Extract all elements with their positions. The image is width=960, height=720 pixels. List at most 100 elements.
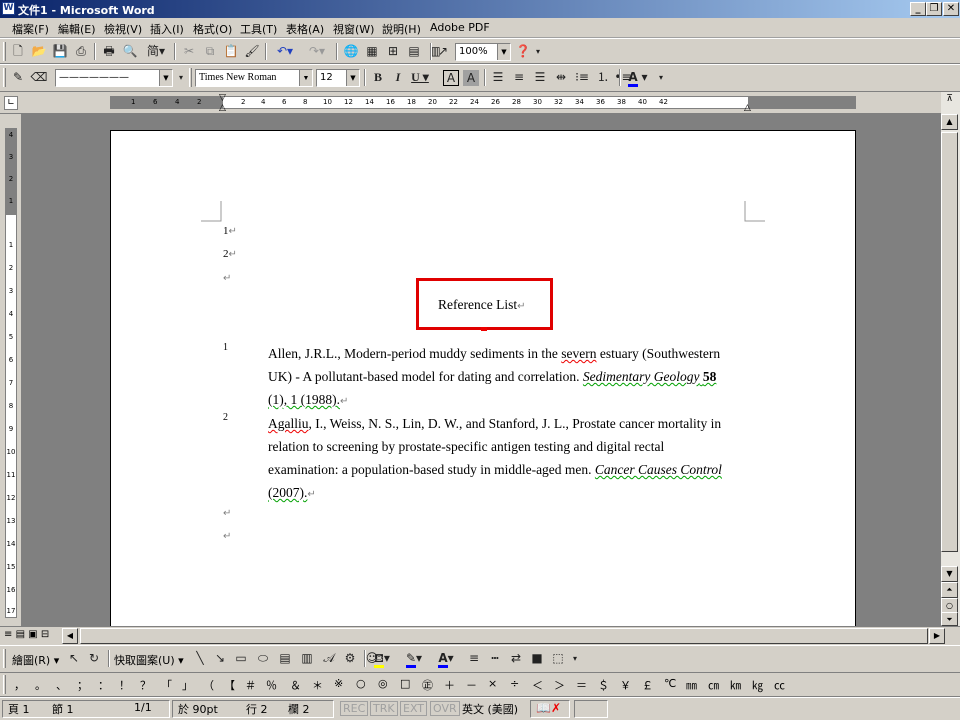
- fill-color-icon[interactable]: ⛾▾: [368, 649, 396, 668]
- status-ovr[interactable]: OVR: [430, 701, 460, 716]
- toolbar-grip[interactable]: [3, 675, 6, 694]
- symbol-button[interactable]: ㎜: [686, 677, 697, 693]
- menu-file[interactable]: 檔案(F): [12, 21, 49, 37]
- zoom-select[interactable]: 100% ▼: [455, 43, 511, 61]
- minimize-button[interactable]: _: [910, 2, 926, 16]
- word-app-icon[interactable]: W: [2, 2, 15, 15]
- tables-borders-icon[interactable]: ▦: [362, 42, 382, 61]
- symbol-button[interactable]: ㎝: [708, 677, 719, 693]
- symbol-button[interactable]: ◎: [378, 677, 388, 690]
- print-view-icon[interactable]: ▣: [28, 629, 37, 640]
- symbol-button[interactable]: ＝: [576, 677, 587, 693]
- toolbar-options-icon[interactable]: ▾: [533, 42, 543, 61]
- horizontal-scroll-thumb[interactable]: [80, 628, 928, 644]
- close-button[interactable]: ✕: [943, 2, 959, 16]
- menu-adobe-pdf[interactable]: Adobe PDF: [430, 21, 490, 34]
- insert-table-icon[interactable]: ⊞: [383, 42, 403, 61]
- tab-selector-icon[interactable]: ∟: [4, 96, 18, 110]
- toolbar-options-icon[interactable]: ▾: [656, 68, 666, 87]
- symbol-button[interactable]: ％: [266, 677, 277, 693]
- symbol-button[interactable]: ㎞: [730, 677, 741, 693]
- save-icon[interactable]: 💾: [50, 42, 70, 61]
- symbol-button[interactable]: ，: [14, 677, 25, 693]
- char-border-icon[interactable]: A: [443, 70, 459, 86]
- menu-table[interactable]: 表格(A): [286, 21, 324, 37]
- scroll-thumb[interactable]: [941, 132, 958, 552]
- spelling-check-icon[interactable]: 📖✗: [536, 701, 561, 715]
- menu-help[interactable]: 說明(H): [382, 21, 421, 37]
- wordart-icon[interactable]: 𝒜: [319, 649, 339, 668]
- diagram-icon[interactable]: ⚙: [340, 649, 360, 668]
- new-document-icon[interactable]: 🗋: [8, 42, 28, 61]
- format-painter-icon[interactable]: 🖌: [242, 42, 262, 61]
- right-indent-marker[interactable]: △: [744, 103, 751, 113]
- symbol-button[interactable]: ㏄: [774, 677, 785, 693]
- italic-icon[interactable]: I: [388, 68, 408, 87]
- print-preview-icon[interactable]: 🔍: [120, 42, 140, 61]
- symbol-button[interactable]: 【: [224, 677, 235, 693]
- font-name-select[interactable]: Times New Roman ▼: [195, 69, 313, 87]
- underline-icon[interactable]: U ▾: [408, 68, 432, 87]
- menu-format[interactable]: 格式(O): [193, 21, 232, 37]
- copy-icon[interactable]: ⧉: [200, 42, 220, 61]
- status-ext[interactable]: EXT: [400, 701, 428, 716]
- print-icon[interactable]: 🖶: [99, 42, 119, 61]
- chevron-down-icon[interactable]: ▼: [299, 70, 312, 86]
- scroll-up-button[interactable]: ▲: [941, 114, 958, 130]
- align-left-icon[interactable]: ☰: [488, 68, 508, 87]
- document-area[interactable]: 1↵ 2↵ ↵ Reference List↵ 1 Allen, J.R.L.,…: [22, 114, 941, 626]
- align-right-icon[interactable]: ☰: [530, 68, 550, 87]
- symbol-button[interactable]: ＊: [312, 677, 323, 693]
- chevron-down-icon[interactable]: ▼: [159, 70, 172, 86]
- spell-error-word[interactable]: Agalliu: [268, 416, 309, 431]
- symbol-button[interactable]: ＃: [245, 677, 256, 693]
- char-shading-icon[interactable]: A: [463, 70, 479, 86]
- vertical-ruler-bar[interactable]: 4 3 2 1 1 2 3 4 5 6 7 8 9 10 11 12 13 14…: [5, 128, 17, 618]
- symbol-button[interactable]: ＜: [532, 677, 543, 693]
- symbol-button[interactable]: ㊣: [422, 677, 433, 693]
- research-icon[interactable]: 简▾: [141, 42, 171, 61]
- numbering-icon[interactable]: ⒈: [593, 68, 613, 87]
- menu-window[interactable]: 視窗(W): [333, 21, 374, 37]
- menu-view[interactable]: 檢視(V): [104, 21, 142, 37]
- chevron-down-icon[interactable]: ▼: [346, 70, 359, 86]
- cut-icon[interactable]: ✂: [179, 42, 199, 61]
- align-center-icon[interactable]: ≡: [509, 68, 529, 87]
- status-language[interactable]: 英文 (美國): [462, 701, 518, 717]
- line-tool-icon[interactable]: ╲: [190, 649, 210, 668]
- symbol-button[interactable]: －: [466, 677, 477, 693]
- redo-icon[interactable]: ↷▾: [302, 42, 332, 61]
- status-trk[interactable]: TRK: [370, 701, 398, 716]
- help-icon[interactable]: ❓: [513, 42, 533, 61]
- symbol-button[interactable]: 、: [56, 677, 67, 693]
- line-spacing-icon[interactable]: ⁝≡: [572, 68, 592, 87]
- menu-insert[interactable]: 插入(I): [150, 21, 184, 37]
- hyperlink-icon[interactable]: 🌐: [341, 42, 361, 61]
- undo-icon[interactable]: ↶▾: [270, 42, 300, 61]
- split-handle-icon[interactable]: ⊼: [942, 94, 957, 110]
- symbol-button[interactable]: ？: [140, 677, 151, 693]
- menu-edit[interactable]: 編輯(E): [58, 21, 96, 37]
- autoshapes-menu-button[interactable]: 快取圖案(U) ▾: [114, 652, 184, 668]
- left-indent-marker[interactable]: △: [219, 103, 226, 113]
- toolbar-options-icon[interactable]: ▾: [176, 68, 186, 87]
- symbol-button[interactable]: ＆: [290, 677, 301, 693]
- symbol-button[interactable]: ㎏: [752, 677, 763, 693]
- symbol-button[interactable]: ＄: [598, 677, 609, 693]
- ruler-bar[interactable]: 1 6 4 2 2 4 6 8 10 12 14 16 18 20 22 24 …: [110, 93, 856, 113]
- symbol-button[interactable]: ※: [334, 677, 343, 690]
- toolbar-grip[interactable]: [3, 68, 6, 87]
- symbol-button[interactable]: ＋: [444, 677, 455, 693]
- symbol-button[interactable]: ÷: [510, 677, 519, 690]
- toolbar-options-icon[interactable]: ▾: [570, 649, 580, 668]
- outline-view-icon[interactable]: ⊟: [41, 629, 49, 640]
- arrow-tool-icon[interactable]: ↘: [210, 649, 230, 668]
- symbol-button[interactable]: 。: [35, 677, 46, 693]
- symbol-button[interactable]: □: [400, 677, 410, 690]
- arrow-style-icon[interactable]: ⇄: [506, 649, 526, 668]
- paste-icon[interactable]: 📋: [221, 42, 241, 61]
- symbol-button[interactable]: ￥: [620, 677, 631, 693]
- line-style-icon[interactable]: ≡: [464, 649, 484, 668]
- free-rotate-icon[interactable]: ↻: [84, 649, 104, 668]
- reference-2[interactable]: Agalliu, I., Weiss, N. S., Lin, D. W., a…: [268, 412, 728, 506]
